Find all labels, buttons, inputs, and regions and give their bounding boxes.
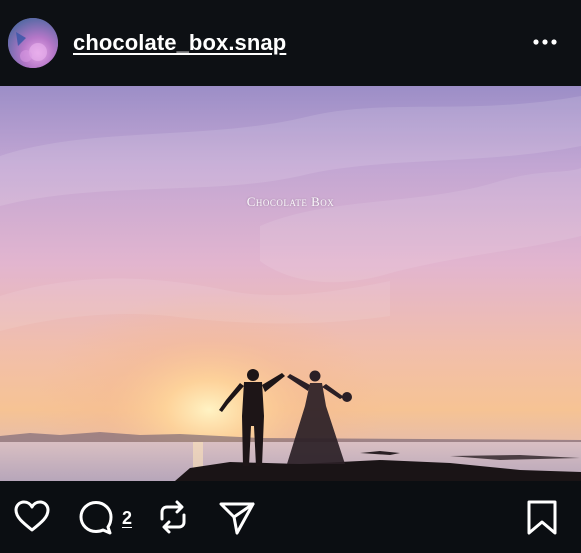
post-photo[interactable]: Chocolate Box	[0, 86, 581, 481]
post-frame: chocolate_box.snap Chocolate Box 2	[0, 0, 581, 553]
avatar[interactable]	[8, 18, 58, 68]
comment-bubble-icon[interactable]	[76, 497, 116, 537]
comment-count[interactable]: 2	[122, 508, 132, 529]
wedding-sunset-photo	[0, 86, 581, 481]
bookmark-icon[interactable]	[522, 497, 562, 537]
username-link[interactable]: chocolate_box.snap	[73, 30, 286, 56]
post-header: chocolate_box.snap	[0, 0, 581, 86]
action-bar: 2	[0, 481, 581, 553]
repost-icon[interactable]	[153, 497, 193, 537]
send-icon[interactable]	[217, 497, 257, 537]
more-dots-icon[interactable]	[528, 30, 564, 54]
avatar-image	[8, 18, 58, 68]
heart-icon[interactable]	[12, 497, 52, 537]
